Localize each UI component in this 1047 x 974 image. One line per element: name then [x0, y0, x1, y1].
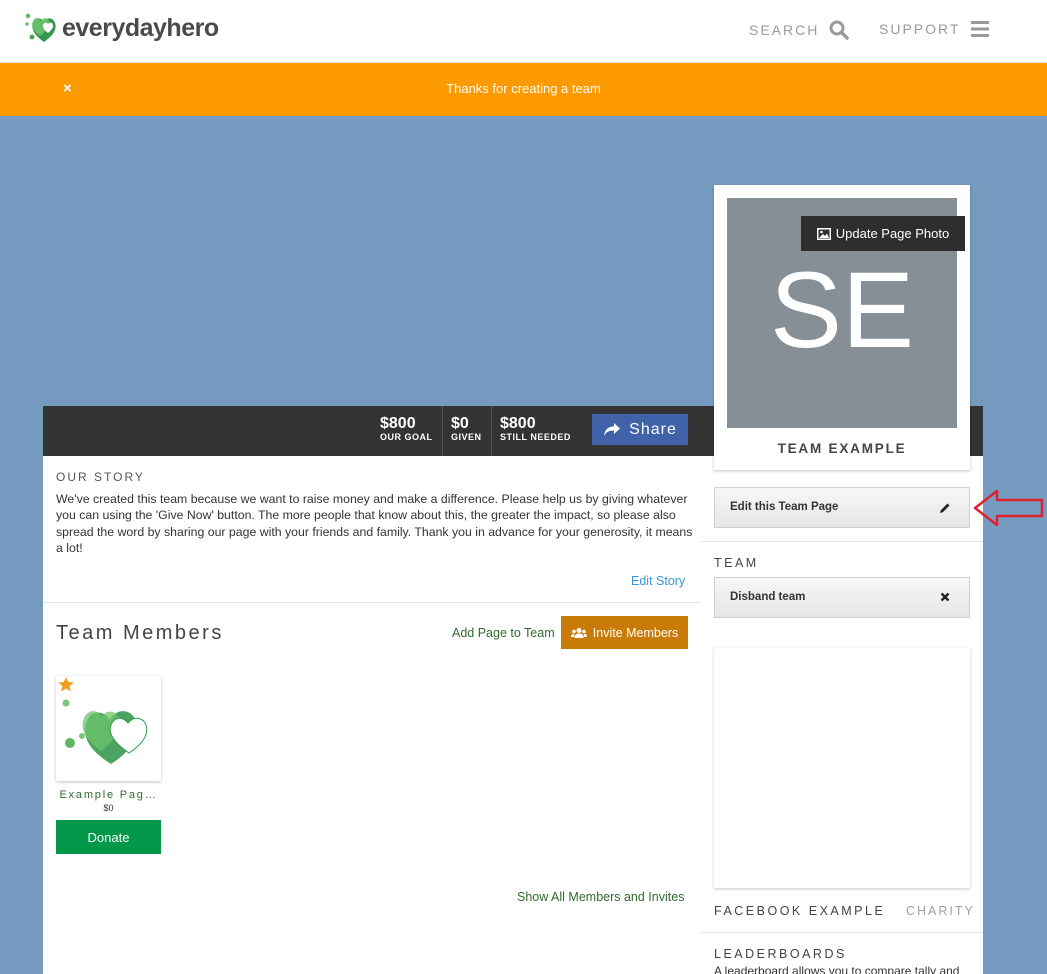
team-members-heading: Team Members	[56, 622, 224, 644]
update-page-photo-label: Update Page Photo	[835, 226, 950, 241]
leaderboards-text: A leaderboard allows you to compare tall…	[714, 964, 960, 974]
team-initials: SE	[769, 249, 915, 370]
share-arrow-icon	[604, 423, 621, 436]
facebook-widget	[714, 648, 970, 888]
image-icon	[816, 227, 831, 240]
stat-label: OUR GOAL	[380, 432, 433, 442]
story-body: We've created this team because we want …	[56, 492, 693, 555]
edit-team-page-button[interactable]: Edit this Team Page	[714, 487, 970, 528]
heart-logo-icon	[25, 13, 56, 42]
disband-team-button[interactable]: Disband team	[714, 577, 970, 618]
share-label: Share	[629, 420, 677, 438]
member-card[interactable]	[56, 676, 161, 781]
member-name[interactable]: Example Pag…	[56, 789, 161, 801]
donate-button[interactable]: Donate	[56, 820, 161, 854]
support-nav[interactable]: SUPPORT	[879, 20, 990, 38]
show-all-members-link[interactable]: Show All Members and Invites	[517, 890, 684, 904]
update-page-photo-button[interactable]: Update Page Photo	[801, 216, 965, 251]
stat-our-goal: $800 OUR GOAL	[380, 406, 433, 456]
stat-label: GIVEN	[451, 432, 482, 442]
leaderboards-heading: LEADERBOARDS	[714, 947, 847, 961]
group-icon	[570, 627, 587, 638]
stat-divider	[491, 406, 492, 456]
stat-value: $800	[500, 415, 536, 432]
left-arrow-annotation-icon	[973, 489, 1044, 527]
member-amount: $0	[103, 803, 114, 813]
edit-team-page-label: Edit this Team Page	[730, 501, 839, 513]
search-icon	[829, 20, 850, 40]
add-page-to-team-link[interactable]: Add Page to Team	[452, 626, 555, 640]
disband-team-label: Disband team	[730, 591, 806, 603]
close-icon	[940, 592, 950, 602]
search-nav-label: SEARCH	[749, 22, 820, 38]
stat-value: $800	[380, 415, 416, 432]
logo-wordmark: everydayhero	[62, 13, 219, 42]
sidebar-divider	[701, 932, 983, 933]
notification-banner: × Thanks for creating a team	[0, 63, 1047, 116]
invite-members-label: Invite Members	[592, 625, 679, 640]
share-button[interactable]: Share	[592, 414, 688, 445]
hamburger-menu-icon	[971, 21, 990, 37]
stat-still-needed: $800 STILL NEEDED	[500, 406, 571, 456]
sidebar-divider	[701, 541, 983, 542]
support-nav-label: SUPPORT	[879, 21, 961, 37]
stat-label: STILL NEEDED	[500, 432, 571, 442]
star-icon	[58, 677, 74, 692]
charity-label: CHARITY	[906, 904, 975, 918]
stat-given: $0 GIVEN	[451, 406, 482, 456]
banner-message: Thanks for creating a team	[446, 81, 601, 96]
team-photo: SE Update Page Photo	[727, 198, 965, 428]
team-name: TEAM EXAMPLE	[777, 441, 907, 456]
story-heading: OUR STORY	[56, 470, 145, 484]
edit-story-link[interactable]: Edit Story	[631, 574, 685, 588]
section-divider	[43, 602, 701, 603]
facebook-heading: FACEBOOK EXAMPLE	[714, 904, 886, 918]
team-photo-card: SE Update Page Photo TEAM EXAMPLE	[714, 185, 970, 470]
invite-members-button[interactable]: Invite Members	[561, 616, 688, 649]
everydayhero-logo[interactable]: everydayhero	[24, 10, 219, 46]
top-navigation-bar: everydayhero SEARCH SUPPORT	[0, 0, 1047, 63]
stat-divider	[442, 406, 443, 456]
team-section-heading: TEAM	[714, 556, 759, 570]
stat-value: $0	[451, 415, 469, 432]
pencil-icon	[940, 503, 950, 513]
search-nav[interactable]: SEARCH	[749, 20, 850, 40]
